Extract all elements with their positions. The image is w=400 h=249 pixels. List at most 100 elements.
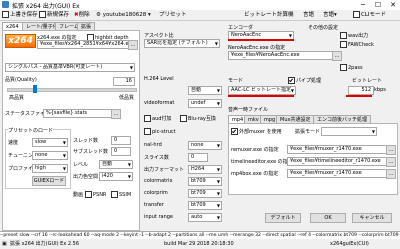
pipe-checkbox[interactable]: パイプ処理 [288, 77, 321, 84]
output-format-select[interactable]: H264 ▼ [188, 165, 222, 174]
pic-struct-checkbox[interactable]: pic-struct [144, 128, 176, 135]
minimize-button[interactable]: ─ [356, 0, 370, 10]
transfer-label: transfer [144, 202, 164, 208]
mux-settings-panel: 外部muxer を使用 拡張モード ▼ remuxer.exe の指定 ¥exe… [228, 123, 398, 195]
kbps-label: kbps [374, 87, 386, 93]
middle-settings-panel: アスペクト比 SAR比を指定 (デフォルト) ▼ H.264 Level 自動 ▼ … [140, 30, 226, 229]
speed-value: slow [35, 139, 47, 145]
twopass-checkbox[interactable]: 2pass [340, 64, 363, 71]
subthread-input[interactable]: 0 [111, 147, 131, 156]
overwrite-save-button[interactable]: 上書き保存 [1, 11, 39, 19]
bluray-checkbox[interactable]: Blu-ray互換 [180, 115, 216, 122]
colormatrix-select[interactable]: bt709 ▼ [188, 177, 222, 186]
chevron-down-icon: ▼ [129, 65, 133, 70]
level-value: 自動 [102, 161, 113, 167]
output-format-label: 出力フォーマット [144, 167, 185, 173]
window-title: 拡張 x264 出力(GUI) Ex [12, 3, 80, 10]
status-version: 拡張 x264 出力(GUI) Ex 2.56 [10, 241, 80, 247]
close-button[interactable]: ✕ [386, 0, 400, 10]
twopass-label: 2pass [348, 65, 363, 71]
hrd-select[interactable]: none ▼ [188, 141, 222, 150]
cli-checkbox [353, 11, 360, 18]
speed-select[interactable]: slow ▼ [32, 138, 68, 147]
colorprim-select[interactable]: bt709 ▼ [188, 189, 222, 198]
transfer-value: bt709 [191, 202, 206, 208]
default-button[interactable]: デフォルト [265, 213, 301, 223]
tune-select[interactable]: none ▼ [32, 151, 68, 160]
cancel-button[interactable]: キャンセル [352, 213, 392, 223]
pic-struct-label: pic-struct [152, 129, 176, 135]
transfer-select[interactable]: bt709 ▼ [188, 201, 222, 210]
h264-level-value: 自動 [191, 87, 202, 93]
stats-input[interactable]: %{savfile}.stats [43, 109, 113, 118]
output-csp-label: 出力色空間 [73, 174, 99, 180]
use-muxer-checkbox[interactable]: 外部muxer を使用 [231, 128, 282, 135]
bitrate-calc-button[interactable]: ビットレート計算機 [243, 11, 295, 19]
bitrate-input[interactable]: 512 [348, 86, 374, 95]
gui-load-button[interactable]: GUIEXロード [32, 176, 66, 186]
quality-slider-track[interactable] [7, 88, 137, 92]
x264-exe-path[interactable]: ¥exe_files¥x264_2851¥x64¥x264.exe [37, 40, 131, 49]
output-format-value: H264 [191, 166, 205, 172]
maximize-button[interactable]: ☐ [371, 0, 385, 10]
browse-stats-button[interactable]: ... [111, 109, 121, 119]
ssim-label: SSIM [119, 192, 132, 198]
browse-timeline-button[interactable]: ... [386, 157, 396, 167]
preset-menu[interactable]: プリセット [158, 11, 188, 19]
input-range-value: auto [191, 214, 203, 220]
wav-out-checkbox[interactable]: wav出力 [340, 32, 368, 39]
level-select[interactable]: 自動 ▼ [99, 160, 133, 169]
hrd-label: nal-hrd [144, 142, 162, 148]
mp4box-path[interactable]: ¥exe_files¥muxer_r1470.exe [287, 169, 389, 178]
audio-encoder-value: NeroAacEnc [231, 32, 262, 38]
mux-ext-select[interactable]: ▼ [321, 127, 377, 136]
mux-tabstrip: mp4 mkv mpg Mux共通設定 エンコ前後バッチ処理 [228, 115, 398, 124]
other-button[interactable]: 言語 [302, 11, 315, 19]
wav-out-label: wav出力 [348, 33, 369, 39]
colormatrix-label: colormatrix [144, 178, 173, 184]
quality-input[interactable]: 16 [113, 77, 135, 86]
browse-x264-button[interactable]: ... [128, 40, 138, 50]
videoformat-select[interactable]: undef ▼ [188, 99, 222, 108]
h264-level-select[interactable]: 自動 ▼ [188, 86, 222, 95]
videoformat-value: undef [191, 100, 206, 106]
audio-mode-select[interactable]: AAC-LC ビットレート指定 ▼ [228, 86, 296, 95]
fawcheck-checkbox[interactable]: FAWCheck [340, 41, 374, 48]
input-range-select[interactable]: auto ▼ [188, 213, 222, 222]
delete-button[interactable]: ✖削除 [73, 11, 91, 19]
slices-input[interactable]: 0 [188, 153, 208, 162]
encode-mode-select[interactable]: シングルパス - 品質基準VBR(可変レート) ▼ [5, 63, 135, 72]
mode-highlight [228, 95, 294, 97]
bitrate-highlight [346, 95, 372, 97]
psnr-checkbox[interactable]: PSNR [85, 191, 106, 198]
audio-mode-label: モード [228, 78, 244, 84]
audio-temp-label: 音声一時ファイル [228, 107, 269, 113]
csp-select[interactable]: i420 ▼ [99, 172, 133, 181]
browse-mp4box-button[interactable]: ... [386, 169, 396, 179]
ssim-checkbox[interactable]: SSIM [111, 191, 131, 198]
cli-mode-toggle[interactable]: CLIモード [352, 11, 387, 19]
thread-input[interactable]: 0 [111, 136, 131, 145]
language-button[interactable]: 言語▾ [322, 11, 338, 19]
new-save-button[interactable]: 新規保存 [38, 11, 70, 19]
timeline-path[interactable]: ¥exe_files¥timelineeditor_r1470.exe [287, 157, 389, 166]
aspect-select[interactable]: SAR比を指定 (デフォルト) ▼ [144, 39, 220, 48]
aud-checkbox[interactable]: aud付加 [144, 115, 171, 122]
browse-audio-button[interactable]: ... [332, 51, 342, 61]
audio-exe-path[interactable]: ¥exe_files¥NeroAacEnc.exe [228, 51, 334, 60]
subthread-label: サブスレッド数 [73, 149, 109, 155]
quality-slider-thumb[interactable] [33, 85, 37, 93]
status-mode: x264guiEx(CUI) [330, 241, 369, 247]
profile-select[interactable]: high ▼ [32, 164, 68, 173]
h264-level-label: H.264 Level [144, 76, 174, 82]
status-bar: ▣ 拡張 x264 出力(GUI) Ex 2.56 build Mar 29 2… [0, 239, 400, 249]
ok-button[interactable]: OK [310, 213, 346, 223]
quality-high-label: 低品質 [119, 95, 135, 101]
preset-dropdown[interactable]: ⚙ youtube180628 ▾ [95, 11, 152, 19]
other-settings-label: その他の設定 [308, 25, 339, 31]
toolbar: 上書き保存 新規保存 ✖削除 ⚙ youtube180628 ▾ プリセット ビ… [0, 10, 400, 21]
remuxer-path[interactable]: ¥exe_files¥muxer_r1470.exe [287, 145, 389, 154]
audio-mode-value: AAC-LC ビットレート指定 [231, 87, 292, 93]
hrd-value: none [191, 142, 204, 148]
browse-remuxer-button[interactable]: ... [386, 145, 396, 155]
